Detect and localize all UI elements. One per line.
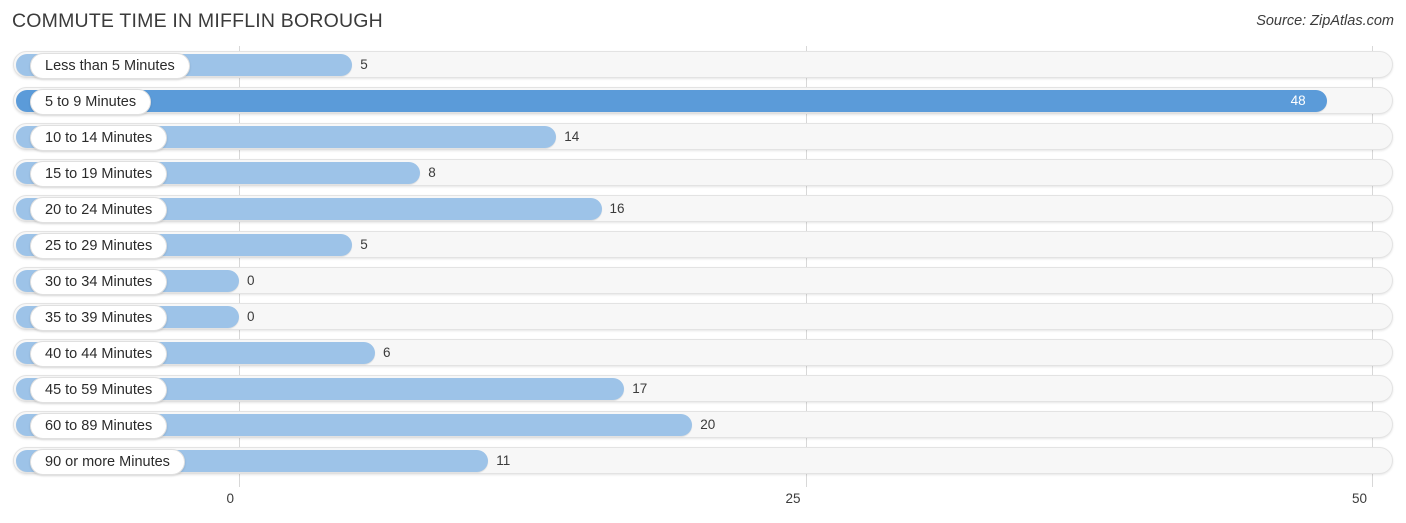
bar-category-label: 25 to 29 Minutes xyxy=(30,232,168,259)
bar-category-label: 20 to 24 Minutes xyxy=(30,196,168,223)
source-attribution: Source: ZipAtlas.com xyxy=(1256,13,1394,29)
bar-value-label: 17 xyxy=(632,381,648,396)
bar-category-label: 10 to 14 Minutes xyxy=(30,124,168,151)
bar-value-label: 11 xyxy=(496,453,511,468)
bar-row[interactable]: 10 to 14 Minutes 14 xyxy=(13,123,1393,151)
bar-row[interactable]: 20 to 24 Minutes 16 xyxy=(13,195,1393,223)
bar-row[interactable]: 45 to 59 Minutes 17 xyxy=(13,375,1393,403)
x-tick-label: 0 xyxy=(226,491,234,506)
x-axis: 0 25 50 xyxy=(0,487,1406,523)
bar-value-label: 8 xyxy=(428,165,436,180)
bar-fill xyxy=(16,89,1327,112)
plot-area: Less than 5 Minutes 5 5 to 9 Minutes 48 10 t… xyxy=(0,46,1406,487)
bar-category-label: 45 to 59 Minutes xyxy=(30,376,168,403)
bar-value-label: 0 xyxy=(247,273,255,288)
bar-value-label: 14 xyxy=(564,129,580,144)
bar-row[interactable]: Less than 5 Minutes 5 xyxy=(13,51,1393,79)
bar-value-label: 6 xyxy=(382,345,391,360)
bar-value-label: 0 xyxy=(247,309,255,324)
bar-row[interactable]: 15 to 19 Minutes 8 xyxy=(13,159,1393,187)
bar-row[interactable]: 30 to 34 Minutes 0 xyxy=(13,267,1393,295)
bar-category-label: 60 to 89 Minutes xyxy=(30,412,168,439)
x-tick-label: 50 xyxy=(1351,491,1367,506)
bar-category-label: 90 or more Minutes xyxy=(30,448,185,475)
bar-category-label: 5 to 9 Minutes xyxy=(30,88,152,115)
bar-value-label: 16 xyxy=(609,201,625,216)
bar-category-label: 35 to 39 Minutes xyxy=(30,304,168,331)
bar-row[interactable]: 90 or more Minutes 11 xyxy=(13,447,1393,475)
chart-header: COMMUTE TIME IN MIFFLIN BOROUGH Source: … xyxy=(0,0,1406,46)
bar-row[interactable]: 25 to 29 Minutes 5 xyxy=(13,231,1393,259)
bar-category-label: 30 to 34 Minutes xyxy=(30,268,168,295)
bar-value-label: 20 xyxy=(700,417,716,432)
bar-row[interactable]: 5 to 9 Minutes 48 xyxy=(13,87,1393,115)
bar-category-label: 15 to 19 Minutes xyxy=(30,160,168,187)
bar-category-label: Less than 5 Minutes xyxy=(30,52,190,79)
bar-row[interactable]: 35 to 39 Minutes 0 xyxy=(13,303,1393,331)
bar-value-label: 48 xyxy=(1290,93,1306,108)
x-tick-label: 25 xyxy=(785,491,801,506)
bar-row[interactable]: 40 to 44 Minutes 6 xyxy=(13,339,1393,367)
bar-category-label: 40 to 44 Minutes xyxy=(30,340,168,367)
bar-row[interactable]: 60 to 89 Minutes 20 xyxy=(13,411,1393,439)
bar-value-label: 5 xyxy=(360,237,368,252)
page-title: COMMUTE TIME IN MIFFLIN BOROUGH xyxy=(12,10,383,32)
bar-value-label: 5 xyxy=(360,57,368,72)
